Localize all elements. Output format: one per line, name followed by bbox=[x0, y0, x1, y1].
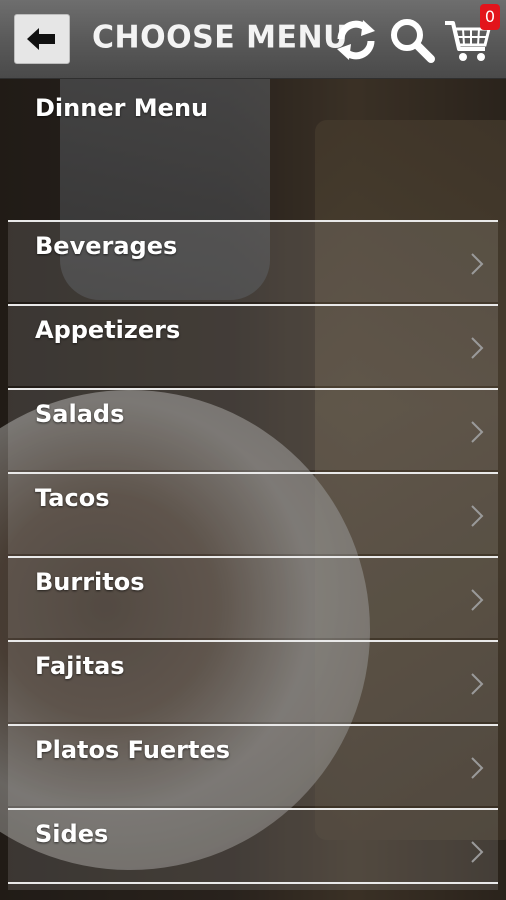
menu-item-label: Burritos bbox=[35, 568, 145, 596]
list-divider bbox=[8, 882, 498, 884]
chevron-right-icon bbox=[471, 421, 484, 443]
search-button[interactable] bbox=[388, 16, 436, 64]
menu-item-label: Fajitas bbox=[35, 652, 125, 680]
chevron-right-icon bbox=[471, 505, 484, 527]
chevron-right-icon bbox=[471, 757, 484, 779]
menu-list: Dinner Menu Beverages Appetizers Salads … bbox=[8, 78, 498, 892]
menu-item-salads[interactable]: Salads bbox=[8, 388, 498, 470]
top-bar: CHOOSE MENU 0 bbox=[0, 0, 506, 79]
page-title: CHOOSE MENU bbox=[92, 19, 348, 56]
menu-item-label: Appetizers bbox=[35, 316, 181, 344]
menu-item-burritos[interactable]: Burritos bbox=[8, 556, 498, 638]
menu-item-label: Beverages bbox=[35, 232, 178, 260]
chevron-right-icon bbox=[471, 673, 484, 695]
menu-item-platos-fuertes[interactable]: Platos Fuertes bbox=[8, 724, 498, 806]
menu-item-appetizers[interactable]: Appetizers bbox=[8, 304, 498, 386]
menu-item-sides[interactable]: Sides bbox=[8, 808, 498, 890]
menu-item-fajitas[interactable]: Fajitas bbox=[8, 640, 498, 722]
refresh-button[interactable] bbox=[332, 16, 380, 64]
menu-item-label: Salads bbox=[35, 400, 125, 428]
chevron-right-icon bbox=[471, 337, 484, 359]
menu-item-tacos[interactable]: Tacos bbox=[8, 472, 498, 554]
back-button[interactable] bbox=[14, 14, 70, 64]
menu-item-label: Platos Fuertes bbox=[35, 736, 231, 764]
section-title: Dinner Menu bbox=[35, 94, 209, 122]
menu-item-label: Sides bbox=[35, 820, 109, 848]
back-arrow-icon bbox=[27, 28, 55, 50]
menu-item-beverages[interactable]: Beverages bbox=[8, 220, 498, 302]
menu-section-header: Dinner Menu bbox=[8, 78, 498, 220]
cart-count-badge: 0 bbox=[480, 4, 500, 30]
refresh-icon bbox=[337, 20, 375, 60]
chevron-right-icon bbox=[471, 841, 484, 863]
menu-item-label: Tacos bbox=[35, 484, 110, 512]
chevron-right-icon bbox=[471, 589, 484, 611]
chevron-right-icon bbox=[471, 253, 484, 275]
search-icon bbox=[391, 19, 435, 63]
